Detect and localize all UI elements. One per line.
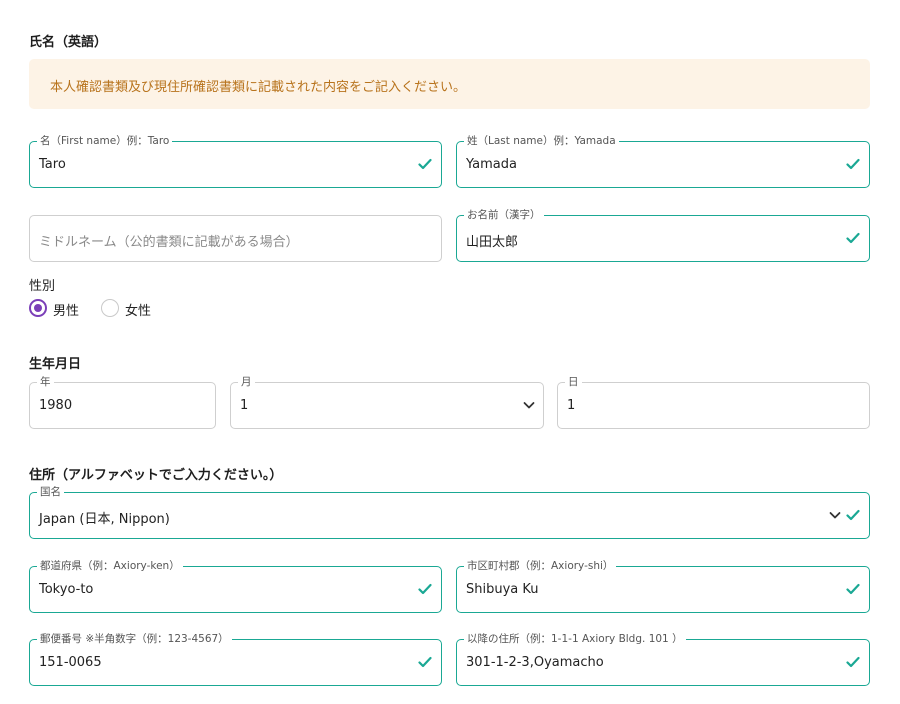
country-select[interactable]: 国名 Japan (日本, Nippon): [29, 485, 870, 539]
check-icon: [846, 158, 860, 170]
city-value[interactable]: Shibuya Ku: [466, 582, 539, 597]
city-field[interactable]: 市区町村郡（例：Axiory-shi） Shibuya Ku: [456, 559, 870, 613]
gender-male-radio[interactable]: [29, 299, 47, 317]
notice-text: 本人確認書類及び現住所確認書類に記載された内容をご記入ください。: [50, 80, 467, 95]
middle-name-field[interactable]: ミドルネーム（公的書類に記載がある場合）: [29, 215, 442, 262]
country-label: 国名: [37, 485, 64, 499]
first-name-field[interactable]: 名（First name）例：Taro Taro: [29, 134, 442, 188]
postal-code-value[interactable]: 151-0065: [39, 655, 102, 670]
notice-banner: 本人確認書類及び現住所確認書類に記載された内容をご記入ください。: [29, 59, 870, 109]
gender-female-label[interactable]: 女性: [125, 300, 151, 319]
birth-day-label: 日: [565, 375, 582, 389]
birth-year-label: 年: [37, 375, 54, 389]
check-icon: [846, 583, 860, 595]
country-value[interactable]: Japan (日本, Nippon): [39, 508, 170, 527]
check-icon: [418, 656, 432, 668]
last-name-value[interactable]: Yamada: [466, 157, 517, 172]
address-section-title: 住所（アルファベットでご入力ください。）: [29, 468, 283, 483]
last-name-label: 姓（Last name）例：Yamada: [464, 134, 619, 148]
birth-month-value[interactable]: 1: [240, 398, 248, 413]
birth-day-value[interactable]: 1: [567, 398, 575, 413]
street-address-label: 以降の住所（例：1-1-1 Axiory Bldg. 101 ）: [464, 632, 686, 646]
kanji-name-label: お名前（漢字）: [464, 208, 544, 222]
gender-male-label[interactable]: 男性: [53, 300, 79, 319]
gender-label: 性別: [29, 279, 56, 294]
first-name-value[interactable]: Taro: [39, 157, 66, 172]
name-section-title: 氏名（英語）: [29, 35, 108, 50]
street-address-field[interactable]: 以降の住所（例：1-1-1 Axiory Bldg. 101 ） 301-1-2…: [456, 632, 870, 686]
postal-code-field[interactable]: 郵便番号 ※半角数字（例：123-4567） 151-0065: [29, 632, 442, 686]
birth-month-select[interactable]: 月 1: [230, 375, 544, 429]
check-icon: [846, 509, 860, 521]
birth-day-field[interactable]: 日 1: [557, 375, 870, 429]
last-name-field[interactable]: 姓（Last name）例：Yamada Yamada: [456, 134, 870, 188]
prefecture-label: 都道府県（例：Axiory-ken）: [37, 559, 183, 573]
gender-female-radio[interactable]: [101, 299, 119, 317]
birth-year-value[interactable]: 1980: [39, 398, 72, 413]
postal-code-label: 郵便番号 ※半角数字（例：123-4567）: [37, 632, 232, 646]
city-label: 市区町村郡（例：Axiory-shi）: [464, 559, 617, 573]
chevron-down-icon[interactable]: [523, 400, 535, 410]
check-icon: [418, 583, 432, 595]
birthdate-section-title: 生年月日: [29, 357, 82, 372]
check-icon: [418, 158, 432, 170]
prefecture-value[interactable]: Tokyo-to: [39, 582, 93, 597]
street-address-value[interactable]: 301-1-2-3,Oyamacho: [466, 655, 604, 670]
first-name-label: 名（First name）例：Taro: [37, 134, 173, 148]
middle-name-placeholder[interactable]: ミドルネーム（公的書類に記載がある場合）: [39, 231, 299, 250]
birth-year-field[interactable]: 年 1980: [29, 375, 216, 429]
birth-month-label: 月: [238, 375, 255, 389]
check-icon: [846, 232, 860, 244]
check-icon: [846, 656, 860, 668]
kanji-name-value[interactable]: 山田太郎: [466, 231, 518, 250]
prefecture-field[interactable]: 都道府県（例：Axiory-ken） Tokyo-to: [29, 559, 442, 613]
kanji-name-field[interactable]: お名前（漢字） 山田太郎: [456, 208, 870, 262]
chevron-down-icon[interactable]: [829, 510, 841, 520]
